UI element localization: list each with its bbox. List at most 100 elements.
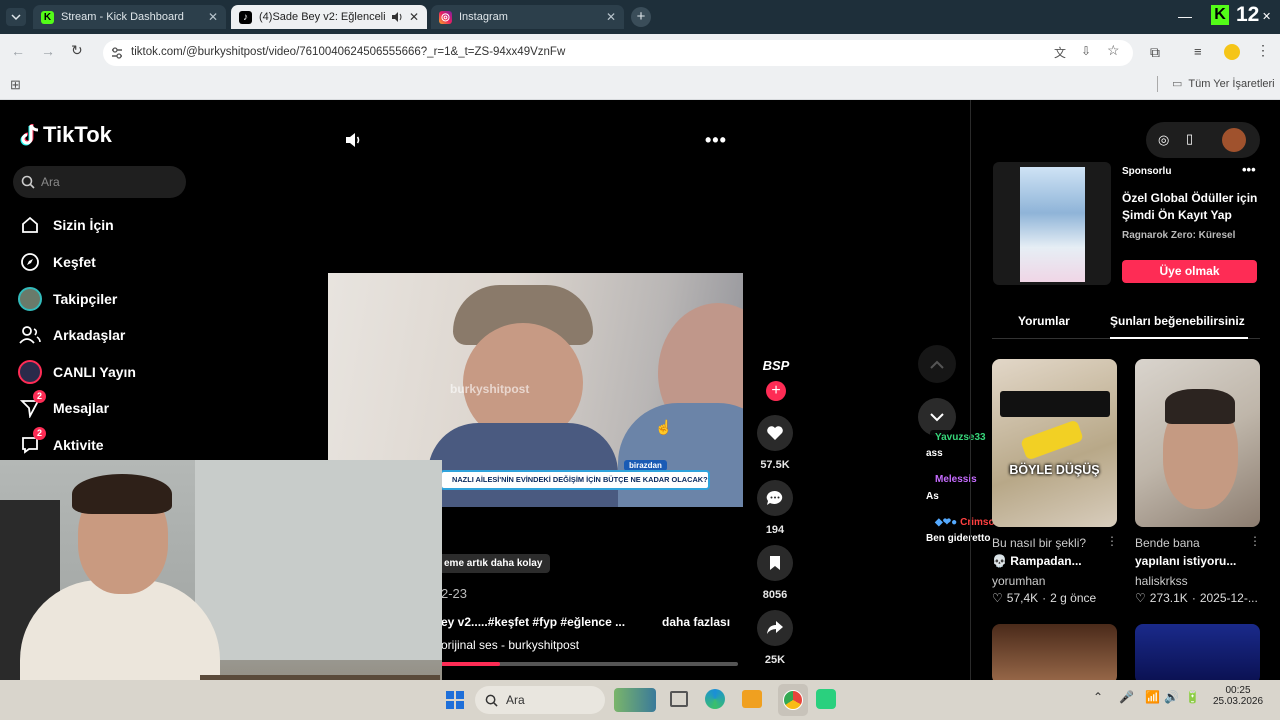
close-tab-icon[interactable]: ✕ [606,10,616,24]
sidebar-item-explore[interactable]: Keşfet [18,249,96,275]
card-more-icon[interactable]: ⋮ [1249,534,1261,548]
file-explorer-icon[interactable] [742,690,762,708]
battery-icon[interactable]: 🔋 [1185,690,1200,704]
card-author[interactable]: yorumhan [992,574,1045,588]
new-tab-button[interactable]: + [631,7,651,27]
recommended-video-card[interactable]: BÖYLE DÜŞÜŞ [992,359,1117,527]
comment-icon [766,490,783,505]
chat-message: Ben gideretto [926,533,991,544]
device-icon[interactable]: ▯ [1186,131,1193,147]
taskbar-search[interactable]: Ara [475,686,605,714]
sidebar-item-friends[interactable]: Arkadaşlar [18,322,125,348]
taskbar-clock[interactable]: 00:25 25.03.2026 [1212,685,1264,707]
apps-grid-icon[interactable]: ⊞ [10,77,21,93]
tab-kick-dashboard[interactable]: K Stream - Kick Dashboard ✕ [33,5,226,29]
translate-icon[interactable]: 文 [1054,44,1066,61]
widgets-icon[interactable] [614,688,656,712]
sound-link[interactable]: orijinal ses - burkyshitpost [441,638,579,652]
menu-dots-icon[interactable]: ⋮ [1256,42,1270,59]
ad-cta-button[interactable]: Üye olmak [1122,260,1257,283]
close-window-icon[interactable]: ✕ [1262,10,1271,23]
edge-browser-icon[interactable] [705,689,725,709]
more-options-icon[interactable]: ••• [705,130,727,151]
chrome-taskbar-button[interactable] [778,684,808,716]
tab-you-may-like[interactable]: Şunları beğenebilirsiniz [1110,314,1245,328]
kick-counter: 12 [1236,3,1260,26]
followers-avatar [18,287,42,311]
ad-more-icon[interactable]: ••• [1242,162,1256,177]
forward-arrow-icon[interactable]: → [41,43,55,59]
speaker-icon[interactable] [391,11,403,23]
tiktok-logo[interactable]: TikTok [20,122,112,148]
address-bar[interactable]: tiktok.com/@burkyshitpost/video/76100406… [103,40,1133,66]
ad-thumbnail-frame[interactable] [993,162,1111,285]
volume-icon[interactable] [345,132,363,148]
sidebar-item-live[interactable]: CANLI Yayın [18,359,136,385]
tab-search-button[interactable] [6,8,26,26]
sidebar-item-activity[interactable]: 2 Aktivite [18,427,104,458]
tab-instagram[interactable]: ◎ Instagram ✕ [431,5,624,29]
card-more-icon[interactable]: ⋮ [1106,534,1118,548]
messages-icon: 2 [18,390,46,420]
ad-title[interactable]: Özel Global Ödüller için Şimdi Ön Kayıt … [1122,190,1262,224]
friends-icon [18,323,42,347]
recommended-video-card[interactable] [1135,624,1260,680]
video-progress-bar[interactable] [441,662,738,666]
search-icon [485,694,498,707]
tab-comments[interactable]: Yorumlar [1018,314,1070,328]
progress-fill [441,662,501,666]
share-button[interactable] [757,610,793,646]
clock-time: 00:25 [1225,685,1251,696]
comment-button[interactable] [757,480,793,516]
close-tab-icon[interactable]: ✕ [409,10,419,24]
media-control-icon[interactable]: ≡ [1194,44,1202,59]
extensions-icon[interactable]: ⧉ [1150,44,1160,61]
more-link[interactable]: daha fazlası [662,615,730,629]
minimize-icon[interactable]: — [1178,8,1192,24]
reload-icon[interactable]: ↻ [71,42,83,59]
back-arrow-icon[interactable]: ← [11,43,25,59]
sidebar-item-label: Keşfet [53,254,96,270]
task-view-icon[interactable] [670,691,688,707]
install-app-icon[interactable]: ⇩ [1081,44,1091,58]
user-avatar[interactable] [1222,128,1246,152]
site-settings-icon[interactable] [110,46,124,60]
creator-avatar[interactable]: BSP [760,358,792,378]
microphone-icon[interactable]: 🎤 [1119,690,1134,704]
close-tab-icon[interactable]: ✕ [208,10,218,24]
app-icon[interactable] [816,689,836,709]
like-button[interactable] [757,415,793,451]
search-input[interactable]: Ara [13,166,186,198]
follow-plus-button[interactable]: + [766,381,786,401]
profile-avatar[interactable] [1224,44,1240,60]
save-button[interactable] [757,545,793,581]
tiktok-note-icon [20,124,39,146]
sidebar-item-followers[interactable]: Takipçiler [18,286,117,312]
browser-tab-bar: K Stream - Kick Dashboard ✕ ♪ (4)Sade Be… [0,0,1280,34]
wifi-icon[interactable]: 📶 [1145,690,1160,704]
chevron-down-icon [930,412,944,421]
tab-title: Instagram [459,11,508,23]
sponsored-label: Sponsorlu [1122,166,1172,177]
compass-icon[interactable]: ◎ [1158,132,1169,148]
recommended-video-card[interactable] [1135,359,1260,527]
sidebar-item-messages[interactable]: 2 Mesajlar [18,390,109,421]
tray-chevron-icon[interactable]: ⌃ [1093,690,1103,704]
sidebar-item-for-you[interactable]: Sizin İçin [18,212,114,238]
bookmark-icon [770,556,780,570]
caption-chip[interactable]: eme artık daha kolay [436,554,551,573]
kick-favicon-icon: K [41,10,54,24]
all-bookmarks-folder[interactable]: ▭ Tüm Yer İşaretleri [1172,77,1275,91]
tab-tiktok-video[interactable]: ♪ (4)Sade Bey v2: Eğlenceli Bi ✕ [231,5,427,29]
bookmark-star-icon[interactable]: ☆ [1107,42,1120,59]
instagram-favicon-icon: ◎ [439,10,452,24]
card-author[interactable]: haliskrkss [1135,574,1188,588]
ad-image [1020,167,1085,282]
previous-video-button[interactable] [918,345,956,383]
card-hair-shape [1165,389,1235,424]
recommended-video-card[interactable] [992,624,1117,680]
windows-start-icon[interactable] [446,691,464,709]
share-count: 25K [764,654,786,666]
chat-message: ass [926,448,943,459]
speaker-icon[interactable]: 🔊 [1164,690,1179,704]
